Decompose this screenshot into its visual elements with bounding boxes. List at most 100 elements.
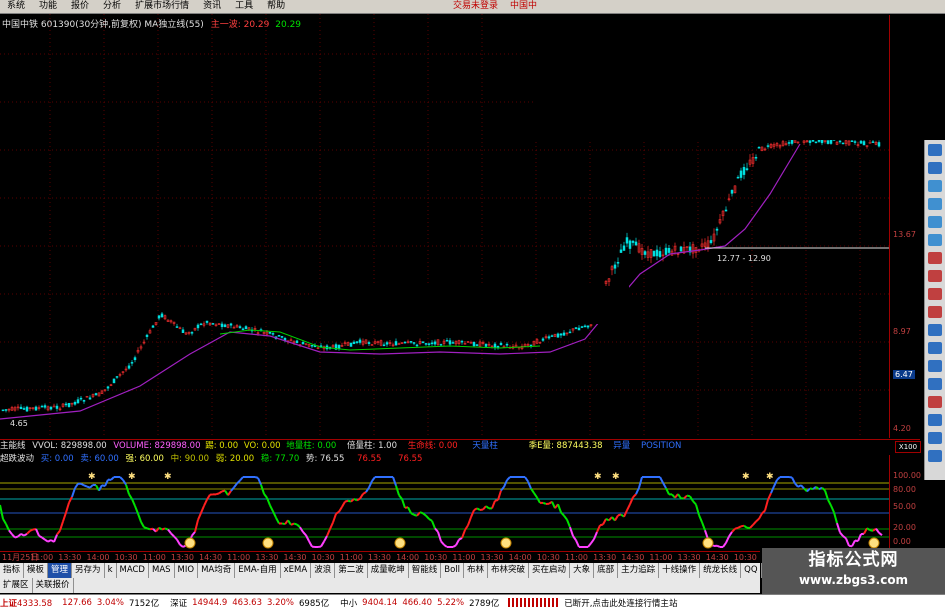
rsi-icon[interactable] <box>928 288 942 300</box>
menu-item-quote[interactable]: 报价 <box>64 0 96 13</box>
vol-vvol: VVOL: 829898.00 <box>32 441 107 451</box>
right-arrow-icon[interactable] <box>928 198 942 210</box>
signal-bars-icon <box>508 598 561 607</box>
stock-name-link[interactable]: 中国中 <box>510 0 537 13</box>
menu-item-help[interactable]: 帮助 <box>260 0 292 13</box>
draw-icon[interactable] <box>928 414 942 426</box>
tab-indicator[interactable]: 波浪 <box>311 563 336 578</box>
menu-item-system[interactable]: 系统 <box>0 0 32 13</box>
status-bar: 上证4333.58 127.66 3.04% 7152亿 深证 14944.9 … <box>0 594 945 609</box>
sh-index[interactable]: 上证4333.58 <box>0 597 57 609</box>
tab-indicator[interactable]: 第二波 <box>335 563 368 578</box>
zx-percent: 5.22% <box>437 597 465 608</box>
sz-percent: 3.20% <box>267 597 295 608</box>
time-label: 14:30 <box>705 553 729 562</box>
sz-value[interactable]: 14944.9 <box>192 598 227 608</box>
tab-indicator[interactable]: 智能线 <box>409 563 442 578</box>
tab-indicator[interactable]: Boll <box>441 563 465 578</box>
right-toolbar <box>924 140 945 480</box>
current-price-label: 6.47 <box>893 370 915 379</box>
menu-item-info[interactable]: 资讯 <box>196 0 228 13</box>
oscillator-chart[interactable]: ✱ ✱ ✱ ✱ ✱ ✱ ✱ <box>0 465 889 551</box>
settings-icon[interactable] <box>928 450 942 462</box>
time-label: 10:30 <box>311 553 335 562</box>
down-arrow-icon[interactable] <box>928 234 942 246</box>
sell-star-icon: ✱ <box>164 472 172 482</box>
tab-indicator[interactable]: k <box>105 563 117 578</box>
oscillator-panel-header: 超跌波动 买: 0.00 卖: 60.00 强: 60.00 中: 90.00 … <box>0 453 720 465</box>
vol-p1: 踢: 0.00 <box>205 441 239 451</box>
vol-volume: VOLUME: 829898.00 <box>113 441 201 451</box>
price-label-2: 8.97 <box>893 327 911 336</box>
tab-indicator[interactable]: MACD <box>117 563 149 578</box>
tab-indicator[interactable]: MAS <box>149 563 175 578</box>
tab-indicator[interactable]: 统龙长线 <box>700 563 742 578</box>
price-label-4: 4.20 <box>893 424 911 433</box>
up-arrow-icon[interactable] <box>928 216 942 228</box>
menu-item-analysis[interactable]: 分析 <box>96 0 128 13</box>
sell-star-icon: ✱ <box>88 472 96 482</box>
time-axis: 11月25日 11:00 13:30 14:00 10:30 11:00 13:30 14:3… <box>0 551 760 563</box>
trade-login-link[interactable]: 交易未登录 <box>453 0 498 13</box>
tab-indicator[interactable]: 另存为 <box>72 563 105 578</box>
tab-indicator[interactable]: 十线操作 <box>659 563 701 578</box>
tab-indicator[interactable]: 布林 <box>464 563 489 578</box>
wr-icon[interactable] <box>928 306 942 318</box>
tab-indicator[interactable]: 大象 <box>570 563 595 578</box>
vol-p7: 异量 <box>613 441 631 451</box>
ma-line <box>0 143 801 420</box>
grid-icon[interactable] <box>928 432 942 444</box>
time-label: 11:00 <box>227 553 251 562</box>
tab-indicator[interactable]: 主力追踪 <box>618 563 660 578</box>
range-annotation: 12.77 - 12.90 <box>717 254 771 263</box>
up-icon[interactable] <box>928 324 942 336</box>
zx-value[interactable]: 9404.14 <box>362 598 397 608</box>
tab-indicator[interactable]: xEMA <box>281 563 312 578</box>
osc-axis-0: 0.00 <box>893 537 911 546</box>
osc-axis-20: 20.00 <box>893 523 916 532</box>
tab-indicator[interactable]: 布林突破 <box>488 563 530 578</box>
scale-badge[interactable]: X100 <box>895 441 921 453</box>
kdj-icon[interactable] <box>928 270 942 282</box>
tab-indicator[interactable]: MIO <box>175 563 199 578</box>
tab-indicator[interactable]: 买在启动 <box>529 563 571 578</box>
connection-status[interactable]: 已断开,点击此处连接行情主站 <box>564 597 677 609</box>
zoom-in-icon[interactable] <box>928 144 942 156</box>
info-icon[interactable] <box>928 396 942 408</box>
menu-bar: 系统 功能 报价 分析 扩展市场行情 资讯 工具 帮助 交易未登录 中国中 <box>0 0 945 14</box>
time-label: 13:30 <box>677 553 701 562</box>
time-label: 14:00 <box>86 553 110 562</box>
down-icon[interactable] <box>928 342 942 354</box>
time-label: 13:30 <box>480 553 504 562</box>
tab-indicator[interactable]: 底部 <box>594 563 619 578</box>
time-label: 13:30 <box>593 553 617 562</box>
vol-p2: 地量柱: 0.00 <box>286 441 337 451</box>
osc-axis-80: 80.00 <box>893 485 916 494</box>
osc-a: 买: 0.00 <box>40 454 74 464</box>
left-arrow-icon[interactable] <box>928 180 942 192</box>
tab-indicator[interactable]: EMA-自用 <box>235 563 281 578</box>
zx-amount: 2789亿 <box>469 598 500 609</box>
menu-item-ext-market[interactable]: 扩展市场行情 <box>128 0 196 13</box>
time-label: 14:00 <box>396 553 420 562</box>
smiley-buy-icon <box>184 537 196 549</box>
f10-icon[interactable] <box>928 360 942 372</box>
vol-p6: 季E量: 887443.38 <box>528 441 603 451</box>
tab-indicator[interactable]: 成量乾坤 <box>368 563 409 578</box>
tab-related-quotes[interactable]: 关联报价 <box>33 578 74 593</box>
zoom-out-icon[interactable] <box>928 162 942 174</box>
tab-indicator[interactable]: 模板 <box>24 563 49 578</box>
tab-extension-area[interactable]: 扩展区 <box>0 578 33 593</box>
macd-icon[interactable] <box>928 252 942 264</box>
watermark-url: www.zbgs3.com <box>798 573 909 587</box>
tab-indicator[interactable]: 管理 <box>48 563 73 578</box>
tab-indicator[interactable]: QQ <box>741 563 762 578</box>
extension-tab-bar: 扩展区 关联报价 <box>0 578 760 593</box>
menu-item-tools[interactable]: 工具 <box>228 0 260 13</box>
menu-item-function[interactable]: 功能 <box>32 0 64 13</box>
stats-icon[interactable] <box>928 378 942 390</box>
tab-indicator[interactable]: MA均奇 <box>198 563 236 578</box>
tab-indicator[interactable]: 指标 <box>0 563 25 578</box>
sell-star-icon: ✱ <box>594 472 602 482</box>
indicator-tab-bar: 指标 模板 管理 另存为 k MACD MAS MIO MA均奇 EMA-自用 xEMA 波浪 第二波成… <box>0 563 795 578</box>
